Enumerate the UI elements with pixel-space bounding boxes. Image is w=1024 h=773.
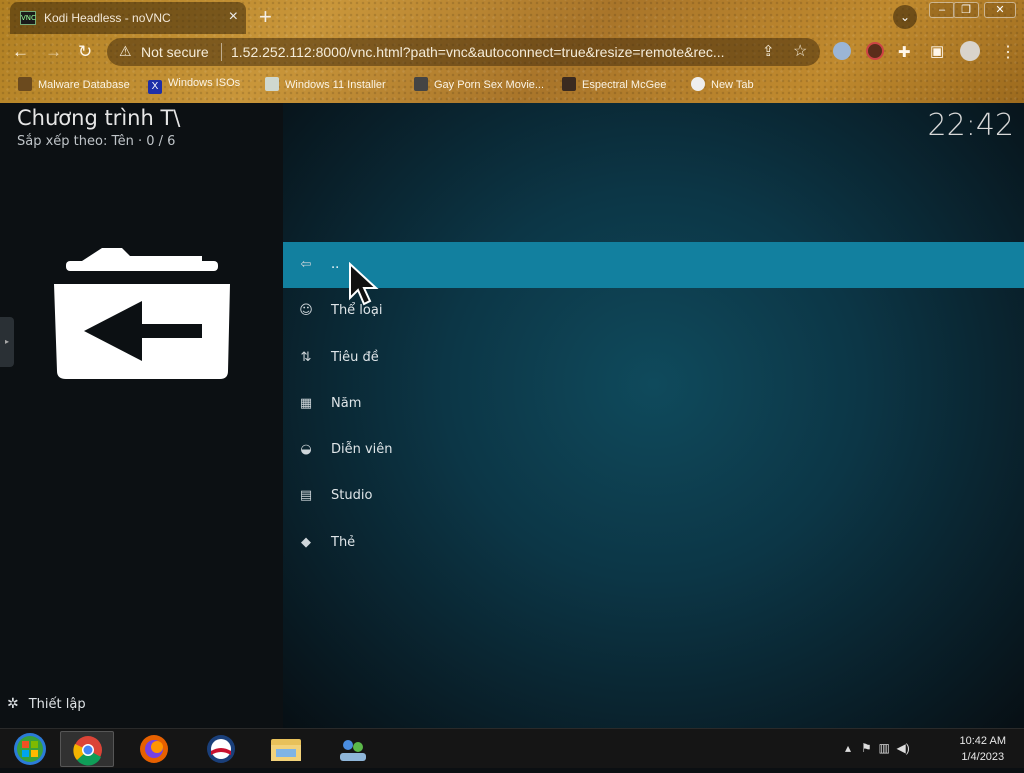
kodi-clock: 22:42: [927, 108, 1014, 143]
menu-item-studios[interactable]: ▤ Studio: [283, 473, 1024, 519]
taskbar-file-explorer[interactable]: [259, 731, 313, 767]
calendar-icon: ▦: [299, 395, 313, 411]
menu-item-parent[interactable]: ⇦ ..: [283, 242, 1024, 289]
tab-search-icon[interactable]: ⌄: [893, 5, 917, 29]
browser-chrome: VNC Kodi Headless - noVNC × + ⌄ – ❐ ✕ ← …: [0, 0, 1024, 103]
vnc-favicon-icon: VNC: [20, 11, 36, 25]
menu-item-genres[interactable]: ☺ Thể loại: [283, 288, 1024, 334]
bookmark-movie-site[interactable]: Gay Porn Sex Movie...: [414, 77, 544, 91]
taskbar-clock[interactable]: 10:42 AM 1/4/2023: [960, 733, 1006, 765]
bookmark-new-tab[interactable]: New Tab: [691, 77, 754, 91]
profile-avatar-icon[interactable]: [960, 41, 980, 61]
taskbar-date: 1/4/2023: [961, 751, 1005, 763]
menu-item-actors[interactable]: ◒ Diễn viên: [283, 427, 1024, 473]
sort-az-icon: ⇅: [300, 349, 312, 365]
taskbar: ▴ ⚑ ▥ ◀) 10:42 AM 1/4/2023: [0, 728, 1024, 768]
gear-icon: ✲: [7, 696, 19, 712]
back-folder-icon: [54, 248, 230, 379]
x-logo-icon: X: [148, 80, 162, 94]
minimize-button[interactable]: –: [929, 2, 955, 18]
extension-avatar-icon[interactable]: [866, 42, 884, 60]
tab-close-icon[interactable]: ×: [229, 8, 238, 26]
forward-icon[interactable]: →: [45, 42, 62, 62]
bookmark-malware-database[interactable]: Malware Database: [18, 77, 130, 91]
folder-icon: [271, 739, 301, 761]
menu-item-titles[interactable]: ⇅ Tiêu đề: [283, 335, 1024, 381]
bookmark-star-icon[interactable]: ☆: [793, 41, 807, 61]
reload-icon[interactable]: ↻: [78, 42, 92, 62]
avatar-icon: [562, 77, 576, 91]
network-people-icon: [340, 740, 366, 761]
extension-globe-icon[interactable]: [833, 42, 851, 60]
windows-start-icon: [14, 733, 46, 765]
firefox-icon: [140, 735, 168, 763]
bookmark-windows-11-installer[interactable]: Windows 11 Installer: [265, 77, 386, 91]
warning-icon[interactable]: ⚠: [119, 43, 132, 60]
address-bar[interactable]: ⚠ Not secure 1.52.252.112:8000/vnc.html?…: [107, 38, 820, 66]
browser-tab[interactable]: VNC Kodi Headless - noVNC ×: [10, 2, 246, 34]
mouse-cursor-icon: [349, 262, 379, 306]
menu-item-years[interactable]: ▦ Năm: [283, 381, 1024, 427]
not-secure-label[interactable]: Not secure: [141, 44, 209, 60]
tag-icon: ◆: [301, 534, 311, 550]
restore-button[interactable]: ❐: [953, 2, 979, 18]
side-panel-icon[interactable]: ▣: [930, 42, 944, 60]
settings-button[interactable]: ✲ Thiết lập: [7, 696, 86, 712]
taskbar-app[interactable]: [194, 731, 248, 767]
omnibox-divider: [221, 43, 222, 61]
side-menu-handle[interactable]: ▸: [0, 317, 14, 367]
folder-icon: [18, 77, 32, 91]
site-icon: [414, 77, 428, 91]
back-folder-icon: ⇦: [300, 257, 312, 272]
taskbar-network-app[interactable]: [326, 731, 380, 767]
back-icon[interactable]: ←: [12, 42, 29, 62]
start-button[interactable]: [3, 731, 57, 767]
clapperboard-icon: ▤: [299, 488, 313, 504]
volume-icon[interactable]: ◀): [897, 741, 910, 755]
sort-info[interactable]: Sắp xếp theo: Tên · 0 / 6: [17, 134, 175, 149]
taskbar-chrome[interactable]: [60, 731, 114, 767]
show-hidden-icons-icon[interactable]: ▴: [845, 741, 851, 755]
close-window-button[interactable]: ✕: [984, 2, 1016, 18]
extensions-puzzle-icon[interactable]: ✚: [898, 43, 911, 61]
flag-icon[interactable]: ⚑: [861, 741, 872, 755]
share-icon[interactable]: ⇪: [762, 42, 775, 60]
bookmark-espectral-mcgee[interactable]: Espectral McGee: [562, 77, 666, 91]
taskbar-firefox[interactable]: [127, 731, 181, 767]
masks-icon: ☺: [299, 303, 313, 319]
page-title: Chương trình T\: [17, 106, 181, 130]
chrome-menu-icon[interactable]: ⋮: [1000, 42, 1016, 62]
bookmark-windows-isos[interactable]: X Windows ISOs: [148, 77, 240, 94]
globe-icon: [691, 77, 705, 91]
system-tray: ▴ ⚑ ▥ ◀): [845, 741, 910, 755]
new-tab-button[interactable]: +: [259, 4, 272, 30]
url-text[interactable]: 1.52.252.112:8000/vnc.html?path=vnc&auto…: [231, 44, 725, 60]
left-panel: [0, 103, 283, 728]
bookmarks-bar: Malware Database X Windows ISOs Windows 1…: [0, 72, 1024, 96]
tab-title: Kodi Headless - noVNC: [44, 11, 171, 25]
taskbar-time: 10:42 AM: [959, 735, 1006, 747]
app-logo-icon: [207, 735, 235, 763]
menu-item-tags[interactable]: ◆ Thẻ: [283, 520, 1024, 566]
menu-list: ⇦ .. ☺ Thể loại ⇅ Tiêu đề ▦ Năm ◒ Diễn v…: [283, 242, 1024, 566]
network-icon[interactable]: ▥: [878, 741, 889, 755]
chrome-icon: [73, 736, 102, 766]
mask-icon: ◒: [300, 442, 312, 458]
kodi-view[interactable]: Chương trình T\ Sắp xếp theo: Tên · 0 / …: [0, 103, 1024, 728]
image-icon: [265, 77, 279, 91]
